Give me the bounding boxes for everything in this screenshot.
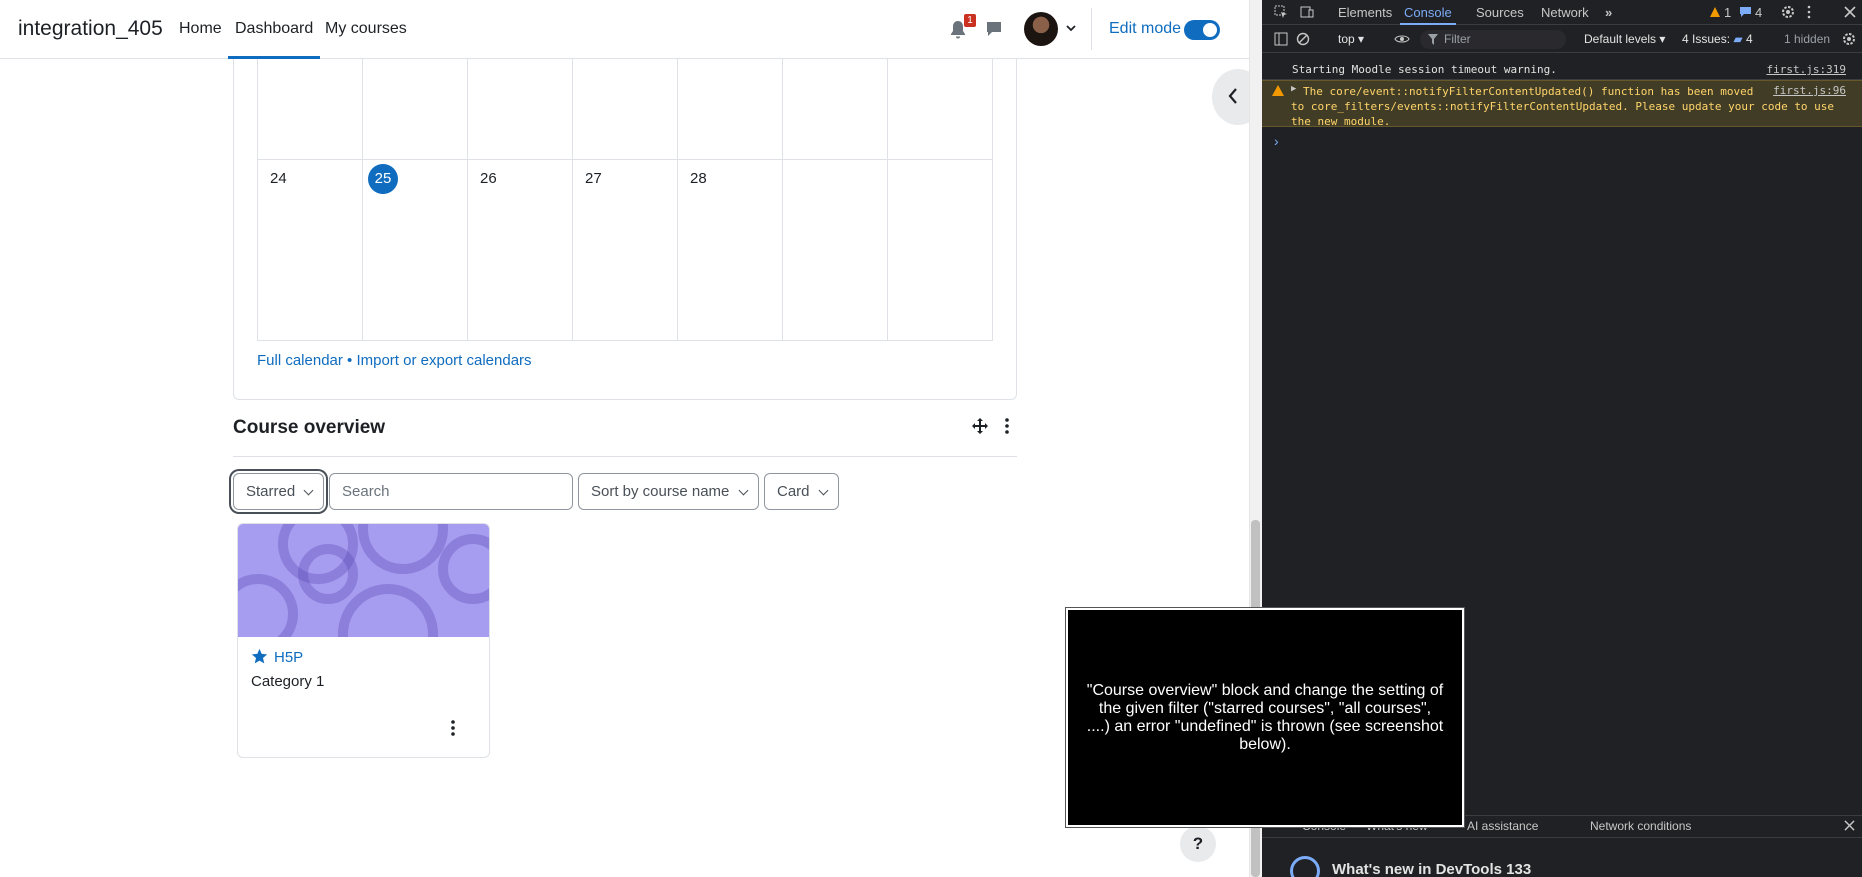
- log-levels-select[interactable]: Default levels ▾: [1584, 32, 1665, 46]
- inspect-icon[interactable]: [1274, 5, 1288, 19]
- notification-badge: 1: [964, 14, 976, 27]
- filter-placeholder: Filter: [1444, 32, 1471, 46]
- message-count[interactable]: 4: [1755, 5, 1762, 20]
- log-message: Starting Moodle session timeout warning.: [1292, 63, 1557, 76]
- console-log-row: Starting Moodle session timeout warning.…: [1262, 58, 1862, 80]
- drawer-tab-network-conditions[interactable]: Network conditions: [1590, 819, 1691, 833]
- calendar-cell[interactable]: [783, 59, 888, 159]
- avatar[interactable]: [1024, 12, 1058, 46]
- course-actions-icon[interactable]: [448, 719, 458, 737]
- hidden-count: 1 hidden: [1784, 32, 1831, 46]
- calendar-cell[interactable]: 27: [573, 159, 678, 341]
- view-select[interactable]: Card: [764, 473, 839, 510]
- calendar-cell[interactable]: [678, 59, 783, 159]
- moodle-page: integration_405 Home Dashboard My course…: [0, 0, 1249, 877]
- move-icon[interactable]: [971, 417, 989, 435]
- console-prompt[interactable]: ›: [1274, 133, 1279, 149]
- nav-dashboard[interactable]: Dashboard: [228, 20, 321, 59]
- course-card-image[interactable]: [238, 524, 489, 637]
- filter-icon: [1428, 34, 1438, 45]
- calendar-cell[interactable]: [573, 59, 678, 159]
- edit-mode-label: Edit mode: [1109, 20, 1182, 37]
- navbar-divider: [1091, 8, 1092, 50]
- warning-line: the new module.: [1291, 115, 1391, 128]
- more-options-icon[interactable]: [1806, 5, 1812, 19]
- tab-elements[interactable]: Elements: [1338, 5, 1392, 20]
- calendar-day-number: 27: [585, 170, 602, 187]
- calendar-day-number: 24: [270, 170, 287, 187]
- open-block-drawer-button[interactable]: [1212, 69, 1249, 125]
- calendar-month-grid: 24 25 26 27 28: [257, 59, 993, 341]
- nav-home[interactable]: Home: [179, 20, 222, 38]
- nav-my-courses[interactable]: My courses: [325, 20, 407, 38]
- sort-select[interactable]: Sort by course name: [578, 473, 759, 510]
- calendar-day-number: 28: [690, 170, 707, 187]
- whats-new-title: What's new in DevTools 133: [1332, 861, 1532, 877]
- device-toolbar-icon[interactable]: [1300, 5, 1314, 19]
- calendar-day-number: 26: [480, 170, 497, 187]
- calendar-cell[interactable]: 24: [258, 159, 363, 341]
- course-category: Category 1: [251, 673, 325, 690]
- calendar-cell[interactable]: [888, 59, 993, 159]
- gear-icon[interactable]: [1781, 5, 1795, 19]
- course-card[interactable]: H5P Category 1: [237, 523, 490, 758]
- calendar-cell-today[interactable]: 25: [363, 159, 468, 341]
- caption-text: "Course overview" block and change the s…: [1086, 681, 1444, 753]
- console-settings-icon[interactable]: [1842, 32, 1856, 46]
- site-name[interactable]: integration_405: [18, 17, 163, 41]
- context-selector[interactable]: top ▾: [1338, 32, 1364, 46]
- clear-console-icon[interactable]: [1296, 32, 1310, 46]
- calendar-cell[interactable]: [888, 159, 993, 341]
- warning-line: to core_filters/events::notifyFilterCont…: [1291, 100, 1835, 113]
- warning-icon: [1272, 85, 1284, 96]
- tab-sources[interactable]: Sources: [1476, 5, 1524, 20]
- calendar-cell[interactable]: 26: [468, 159, 573, 341]
- calendar-today-marker: 25: [368, 164, 398, 194]
- divider: [233, 456, 1017, 457]
- warning-icon: [1710, 7, 1720, 17]
- edit-mode-toggle[interactable]: [1184, 20, 1220, 40]
- console-warning-row: ▶ The core/event::notifyFilterContentUpd…: [1262, 80, 1862, 128]
- devtools-tab-bar: Elements Console Sources Network » 1 4: [1262, 0, 1862, 25]
- sidebar-toggle-icon[interactable]: [1274, 32, 1288, 46]
- log-source-link[interactable]: first.js:96: [1773, 84, 1846, 97]
- calendar-cell[interactable]: [468, 59, 573, 159]
- warning-count[interactable]: 1: [1724, 5, 1731, 20]
- block-actions-icon[interactable]: [1001, 417, 1013, 435]
- chevron-down-icon[interactable]: [1065, 22, 1077, 34]
- message-icon: [1740, 7, 1751, 17]
- console-toolbar: top ▾ Filter Default levels ▾ 4 Issues: …: [1262, 26, 1862, 53]
- tab-network[interactable]: Network: [1541, 5, 1589, 20]
- eye-icon[interactable]: [1394, 32, 1410, 46]
- course-overview-title: Course overview: [233, 417, 386, 438]
- log-source-link[interactable]: first.js:319: [1767, 63, 1846, 76]
- grouping-filter-select[interactable]: Starred: [233, 473, 324, 510]
- star-icon: [251, 648, 268, 664]
- calendar-cell[interactable]: [258, 59, 363, 159]
- chevron-left-icon: [1228, 88, 1237, 104]
- calendar-cell[interactable]: [363, 59, 468, 159]
- help-button[interactable]: ?: [1180, 826, 1216, 862]
- calendar-cell[interactable]: [783, 159, 888, 341]
- course-name-link[interactable]: H5P: [274, 649, 303, 666]
- top-navbar: integration_405 Home Dashboard My course…: [0, 0, 1249, 59]
- close-icon[interactable]: [1844, 820, 1855, 831]
- calendar-links[interactable]: Full calendar • Import or export calenda…: [257, 352, 532, 369]
- calendar-cell[interactable]: 28: [678, 159, 783, 341]
- message-icon[interactable]: [985, 20, 1003, 38]
- tab-console[interactable]: Console: [1400, 5, 1456, 25]
- issues-counter[interactable]: 4 Issues: ▰ 4: [1682, 32, 1753, 46]
- close-icon[interactable]: [1844, 6, 1856, 18]
- warning-line: The core/event::notifyFilterContentUpdat…: [1303, 85, 1754, 98]
- drawer-tab-ai-assistance[interactable]: AI assistance: [1467, 819, 1538, 833]
- caption-overlay: "Course overview" block and change the s…: [1065, 607, 1465, 828]
- course-search-input[interactable]: Search: [329, 473, 573, 510]
- console-filter-input[interactable]: Filter: [1420, 30, 1566, 49]
- more-tabs-icon[interactable]: »: [1605, 5, 1612, 20]
- chrome-logo-icon: [1290, 856, 1320, 877]
